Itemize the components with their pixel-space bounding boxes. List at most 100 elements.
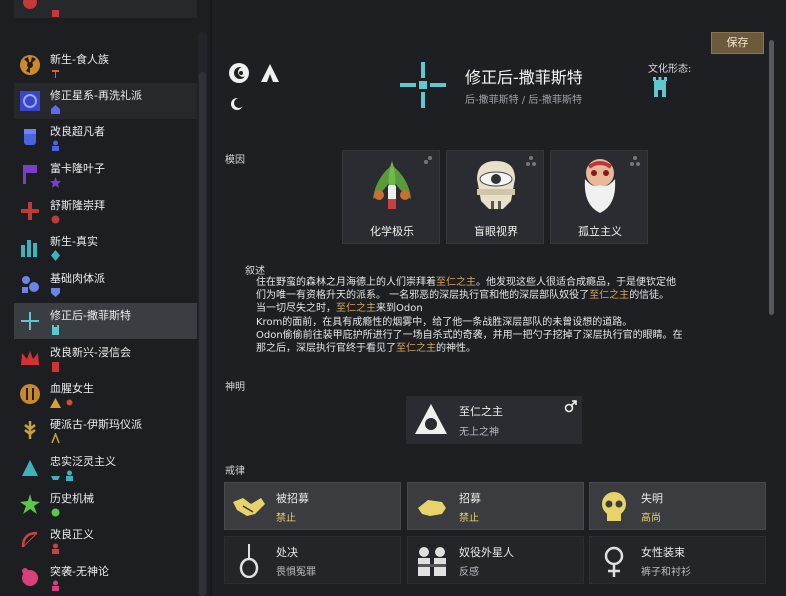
list-item-selected[interactable]: 修正后-撒菲斯特: [14, 303, 197, 339]
precept-name: 失明: [641, 492, 663, 505]
page-title[interactable]: 修正后-撒菲斯特: [465, 64, 583, 88]
precepts-section-label: 戒律: [225, 466, 245, 477]
deity-title: 无上之神: [459, 427, 499, 438]
spirit-icon: [22, 460, 38, 476]
precept-name: 女性装束: [641, 546, 685, 559]
list-item[interactable]: 基础肉体派: [14, 266, 197, 302]
list-item[interactable]: 新生-真实: [14, 229, 197, 265]
narrative-segment: 。他发现这些人很适合成瘾品，于是便钦定他: [476, 277, 676, 288]
eye-triangle-icon: [415, 404, 447, 434]
memes-section-label: 模因: [225, 155, 245, 166]
list-item-label: 新生-真实: [50, 235, 98, 248]
list-item[interactable]: 改良正义: [14, 522, 197, 558]
list-item[interactable]: 修正星系-再洗礼派: [14, 83, 197, 119]
list-item[interactable]: 硬派古-伊斯玛仪派: [14, 412, 197, 448]
hand-icon: [418, 500, 446, 516]
small-boat-icon: [51, 476, 60, 480]
narrative-text[interactable]: 住在野蛮的森林之月海德上的人们崇拜着至仁之主 。他发现这些人很适合成瘾品，于是便钦…: [256, 276, 766, 355]
small-house-icon: [51, 105, 60, 114]
precept-name: 处决: [276, 546, 298, 559]
deity-name-highlight: 至仁之主: [589, 290, 630, 302]
small-figure-icon: [66, 470, 73, 481]
narrative-line: 当一切尽失之时，至仁之主来到Odon: [256, 302, 766, 315]
link-dots-icon: [526, 156, 536, 166]
blue-body-icon: [22, 276, 39, 293]
narrative-segment: 那之后，深层执行官终于看见了: [256, 343, 396, 355]
narrative-segment: 来到Odon: [376, 303, 423, 315]
narrative-line: Odon偷偷前往装甲庇护所进行了一场自杀式的奇袭，并用一把勺子挖掉了深层执行官的…: [256, 329, 766, 342]
bearded-man-icon: [584, 159, 616, 213]
list-item-label: 忠实泛灵主义: [50, 455, 116, 468]
tower-icon[interactable]: [651, 76, 669, 98]
purple-flag-icon: [23, 165, 37, 184]
teal-bars-icon: [21, 240, 37, 257]
handshake-icon: [233, 498, 265, 516]
precept-card[interactable]: 奴役外星人 反感: [407, 536, 584, 584]
bow-icon: [21, 531, 38, 548]
deity-name-highlight: 至仁之主: [396, 343, 436, 355]
wheat-icon: [24, 421, 36, 439]
list-item-label: 改良正义: [50, 528, 94, 541]
precept-value: 裤子和衬衫: [641, 567, 691, 578]
narrative-segment: 住在野蛮的森林之月海德上的人们崇拜着: [256, 277, 436, 288]
narrative-segment: Krom的面前，在具有成瘾性的烟雾中，给了他一条战胜深层部队的未曾设想的道路。: [256, 316, 633, 328]
link-dots-icon: [424, 156, 432, 164]
blue-ring-icon: [20, 91, 40, 111]
small-spider-icon: [66, 399, 73, 406]
list-item[interactable]: 改良新兴-浸信会: [14, 340, 197, 376]
tent-icon[interactable]: [259, 62, 281, 84]
crown-icon: [21, 351, 39, 365]
narrative-line: 住在野蛮的森林之月海德上的人们崇拜着至仁之主。他发现这些人很适合成瘾品，于是便钦…: [256, 276, 766, 289]
list-item-label: 硬派古-伊斯玛仪派: [50, 418, 142, 431]
precept-value: 禁止: [459, 513, 479, 524]
meme-name: 孤立主义: [578, 225, 622, 238]
narrative-line: 们为唯一有资格升天的派系。 一名邪恶的深层执行官和他的深层部队奴役了至仁之主的信…: [256, 289, 766, 302]
narrative-segment: 当一切尽失之时，: [256, 303, 336, 315]
list-item-label: 突袭-无神论: [50, 565, 109, 578]
list-item-label: 修正星系-再洗礼派: [50, 89, 142, 102]
prisoners-icon: [418, 547, 446, 576]
list-item[interactable]: 舒斯隆崇拜: [14, 193, 197, 229]
list-item[interactable]: 历史机械: [14, 486, 197, 522]
list-item[interactable]: [14, 0, 197, 18]
narrative-section-label: 叙述: [245, 266, 265, 277]
precept-value: 高尚: [641, 513, 661, 524]
list-item[interactable]: 富卡隆叶子: [14, 156, 197, 192]
small-leaf-icon: [51, 508, 60, 517]
deity-name-highlight: 至仁之主: [336, 303, 376, 315]
cross-icon: [21, 312, 39, 330]
list-item[interactable]: 血腥女生: [14, 376, 197, 412]
meme-card[interactable]: 盲眼视界: [446, 150, 544, 244]
list-scrollbar-thumb[interactable]: [199, 72, 206, 596]
list-item[interactable]: 忠实泛灵主义: [14, 449, 197, 485]
narrative-segment: 的信徒。: [629, 290, 670, 302]
meme-card[interactable]: 孤立主义: [550, 150, 648, 244]
list-item-label: 改良超凡者: [50, 125, 105, 138]
yellow-skull-icon: [602, 492, 626, 521]
precept-card[interactable]: 招募 禁止: [407, 482, 584, 530]
small-gem-icon: [51, 250, 60, 261]
crescent-icon[interactable]: [230, 97, 244, 111]
precept-value: 禁止: [276, 513, 296, 524]
list-item[interactable]: 突袭-无神论: [14, 559, 197, 595]
small-figure-icon: [52, 580, 59, 591]
small-red-bar-icon: [52, 362, 59, 372]
narrative-segment: 们为唯一有资格升天的派系。 一名邪恶的深层执行官和他的深层部队奴役了: [256, 290, 590, 302]
precept-card[interactable]: 女性装束 裤子和衬衫: [589, 536, 766, 584]
moon-star-circle-icon[interactable]: [228, 62, 250, 84]
list-item[interactable]: 新生-食人族: [14, 47, 197, 83]
list-item[interactable]: 改良超凡者: [14, 119, 197, 155]
precept-card[interactable]: 失明 高尚: [589, 482, 766, 530]
ideoligion-cross-icon[interactable]: [398, 60, 448, 110]
precept-value: 畏惧冤罪: [276, 567, 316, 578]
detail-scrollbar-thumb[interactable]: [769, 40, 774, 315]
precept-card[interactable]: 处决 畏惧冤罪: [224, 536, 401, 584]
precept-card[interactable]: 被招募 禁止: [224, 482, 401, 530]
small-red-icon: [52, 10, 59, 17]
blind-eye-icon: [477, 161, 515, 209]
list-item-label: 基础肉体派: [50, 272, 105, 285]
radiation-icon: [20, 55, 40, 75]
save-button[interactable]: 保存: [711, 32, 764, 54]
small-shield-icon: [51, 288, 60, 297]
meme-card[interactable]: 化学极乐: [342, 150, 440, 244]
